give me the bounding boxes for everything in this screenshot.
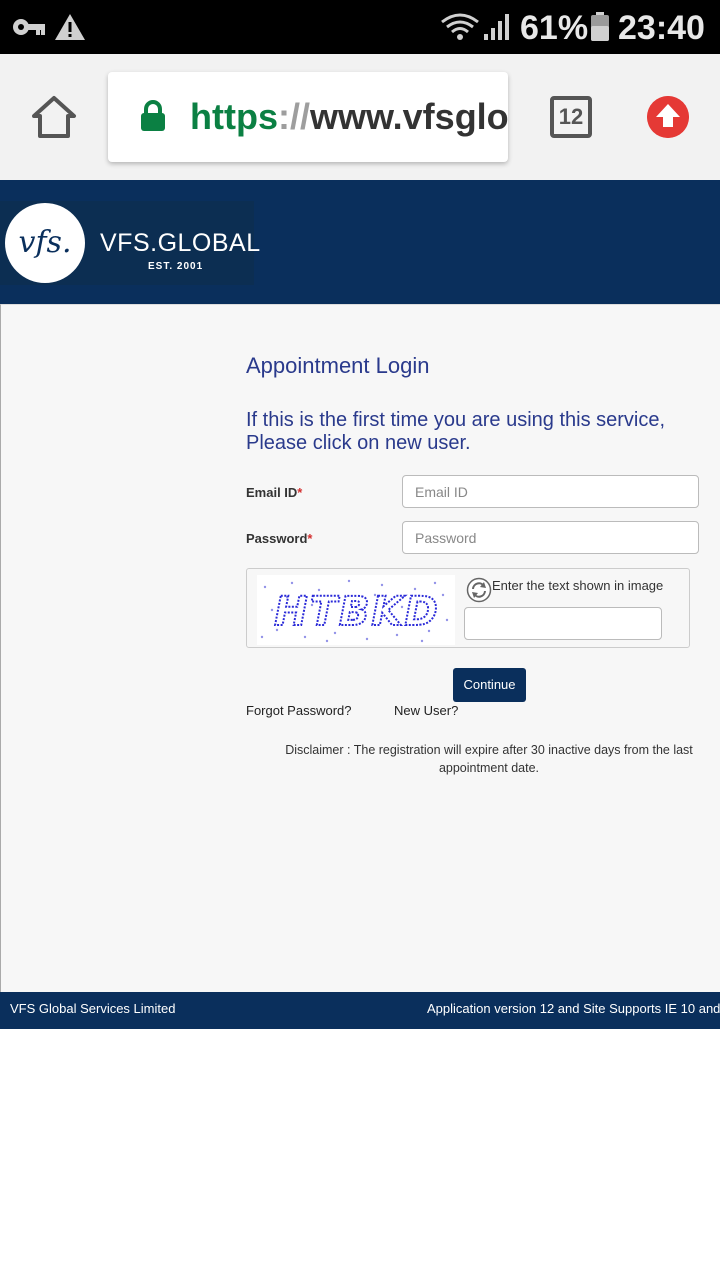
required-mark: *	[297, 485, 303, 500]
footer-company: VFS Global Services Limited	[10, 1001, 176, 1016]
page-subtitle: If this is the first time you are using …	[246, 409, 666, 454]
url-scheme: https	[190, 96, 278, 137]
captcha-label: Enter the text shown in image	[492, 578, 664, 593]
clock: 23:40	[618, 9, 705, 47]
update-arrow-icon[interactable]	[647, 96, 689, 138]
status-bar: 61% 23:40	[0, 0, 720, 54]
email-label-text: Email ID	[246, 485, 298, 500]
footer-version-info: Application version 12 and Site Supports…	[427, 1001, 720, 1016]
cell-signal-icon	[484, 14, 509, 40]
address-bar[interactable]: https://www.vfsglobal	[108, 72, 508, 162]
url-host: www.vfsglobal	[309, 96, 508, 137]
lock-icon	[141, 100, 165, 131]
key-icon	[13, 19, 45, 35]
battery-percentage: 61%	[520, 9, 589, 47]
battery-icon	[591, 12, 609, 41]
tabs-icon[interactable]: 12	[550, 96, 592, 138]
email-input[interactable]	[402, 475, 699, 508]
login-panel: Appointment Login If this is the first t…	[0, 304, 720, 992]
disclaimer: Disclaimer : The registration will expir…	[285, 743, 693, 775]
url-separator: ://	[277, 96, 310, 137]
warning-icon	[55, 14, 85, 40]
password-label-text: Password	[246, 531, 308, 546]
password-label: Password*	[246, 531, 312, 546]
page-title: Appointment Login	[246, 353, 430, 378]
logo-mark: vfs.	[5, 203, 85, 283]
captcha-input[interactable]	[464, 607, 662, 640]
logo-established: EST. 2001	[148, 261, 204, 272]
captcha-text: HTBKD	[274, 589, 439, 635]
site-footer: VFS Global Services Limited Application …	[0, 992, 720, 1029]
wifi-icon	[441, 13, 479, 40]
home-icon[interactable]	[30, 94, 78, 140]
password-input[interactable]	[402, 521, 699, 554]
logo-name: VFS.GLOBAL	[100, 229, 261, 257]
captcha-image: HTBKD	[257, 575, 455, 645]
site-header: vfs. VFS.GLOBAL EST. 2001	[0, 180, 720, 304]
continue-button[interactable]: Continue	[453, 668, 526, 702]
captcha-box: HTBKD Enter the text shown in image	[246, 568, 690, 648]
required-mark: *	[307, 531, 313, 546]
email-label: Email ID*	[246, 485, 302, 500]
forgot-password-link[interactable]: Forgot Password?	[246, 703, 352, 718]
refresh-captcha-icon[interactable]	[466, 577, 492, 603]
vfs-logo[interactable]: vfs. VFS.GLOBAL EST. 2001	[0, 201, 260, 285]
url-text: https://www.vfsglobal	[190, 96, 508, 138]
new-user-link[interactable]: New User?	[394, 703, 458, 718]
browser-toolbar: https://www.vfsglobal 12	[0, 54, 720, 180]
